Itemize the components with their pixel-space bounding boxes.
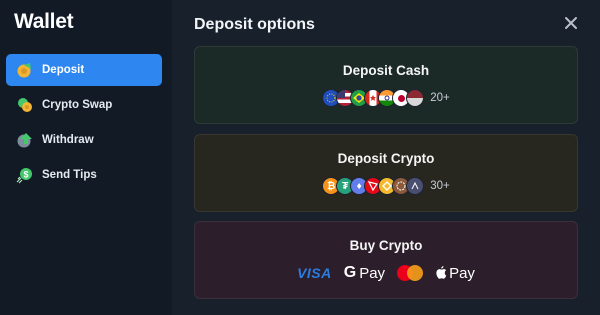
generic-flag-icon (406, 89, 425, 107)
google-pay-label: Pay (359, 264, 386, 282)
google-g-icon: G (343, 264, 357, 281)
mastercard-icon (397, 265, 424, 281)
close-button[interactable] (562, 14, 580, 32)
google-pay-logo: G Pay (344, 264, 385, 282)
deposit-panel: Deposit options Deposit Cash 20+ Deposit… (172, 0, 600, 315)
withdraw-icon (16, 131, 34, 149)
sidebar-item-label: Send Tips (42, 169, 97, 181)
sidebar-item-label: Deposit (42, 64, 85, 76)
currency-icons-row: 20+ (195, 89, 577, 107)
deposit-cash-card[interactable]: Deposit Cash 20+ (194, 46, 578, 124)
send-tips-icon: $ (16, 166, 34, 184)
sidebar-item-deposit[interactable]: Deposit (6, 54, 162, 86)
deposit-crypto-card[interactable]: Deposit Crypto ₿ ₮ ♦ 30+ (194, 134, 578, 212)
sidebar-item-send-tips[interactable]: $ Send Tips (6, 159, 162, 191)
crypto-icons-row: ₿ ₮ ♦ 30+ (195, 177, 577, 195)
sidebar-nav: Deposit Crypto Swap Withdraw $ Send Tips (6, 54, 162, 194)
card-title: Deposit Crypto (337, 151, 435, 166)
apple-icon (435, 265, 447, 282)
card-title: Deposit Cash (342, 63, 430, 78)
generic-coin-icon (406, 177, 425, 195)
crypto-swap-icon (16, 96, 34, 114)
buy-crypto-card[interactable]: Buy Crypto VISA G Pay Pay (194, 221, 578, 299)
sidebar-item-label: Withdraw (42, 134, 94, 146)
sidebar: Wallet Deposit Crypto Swap Withdraw $ Se… (0, 0, 172, 315)
wallet-title: Wallet (14, 10, 74, 33)
sidebar-item-withdraw[interactable]: Withdraw (6, 124, 162, 156)
sidebar-item-label: Crypto Swap (42, 99, 113, 111)
crypto-count: 30+ (430, 180, 450, 192)
apple-pay-label: Pay (449, 264, 475, 282)
apple-pay-logo: Pay (435, 265, 475, 282)
card-title: Buy Crypto (349, 238, 423, 253)
sidebar-item-crypto-swap[interactable]: Crypto Swap (6, 89, 162, 121)
currency-count: 20+ (430, 92, 450, 104)
close-icon (565, 17, 577, 29)
visa-logo: VISA (297, 265, 332, 281)
deposit-icon (16, 61, 34, 79)
payment-methods-row: VISA G Pay Pay (195, 264, 577, 282)
svg-text:$: $ (23, 170, 28, 180)
page-title: Deposit options (194, 16, 315, 33)
